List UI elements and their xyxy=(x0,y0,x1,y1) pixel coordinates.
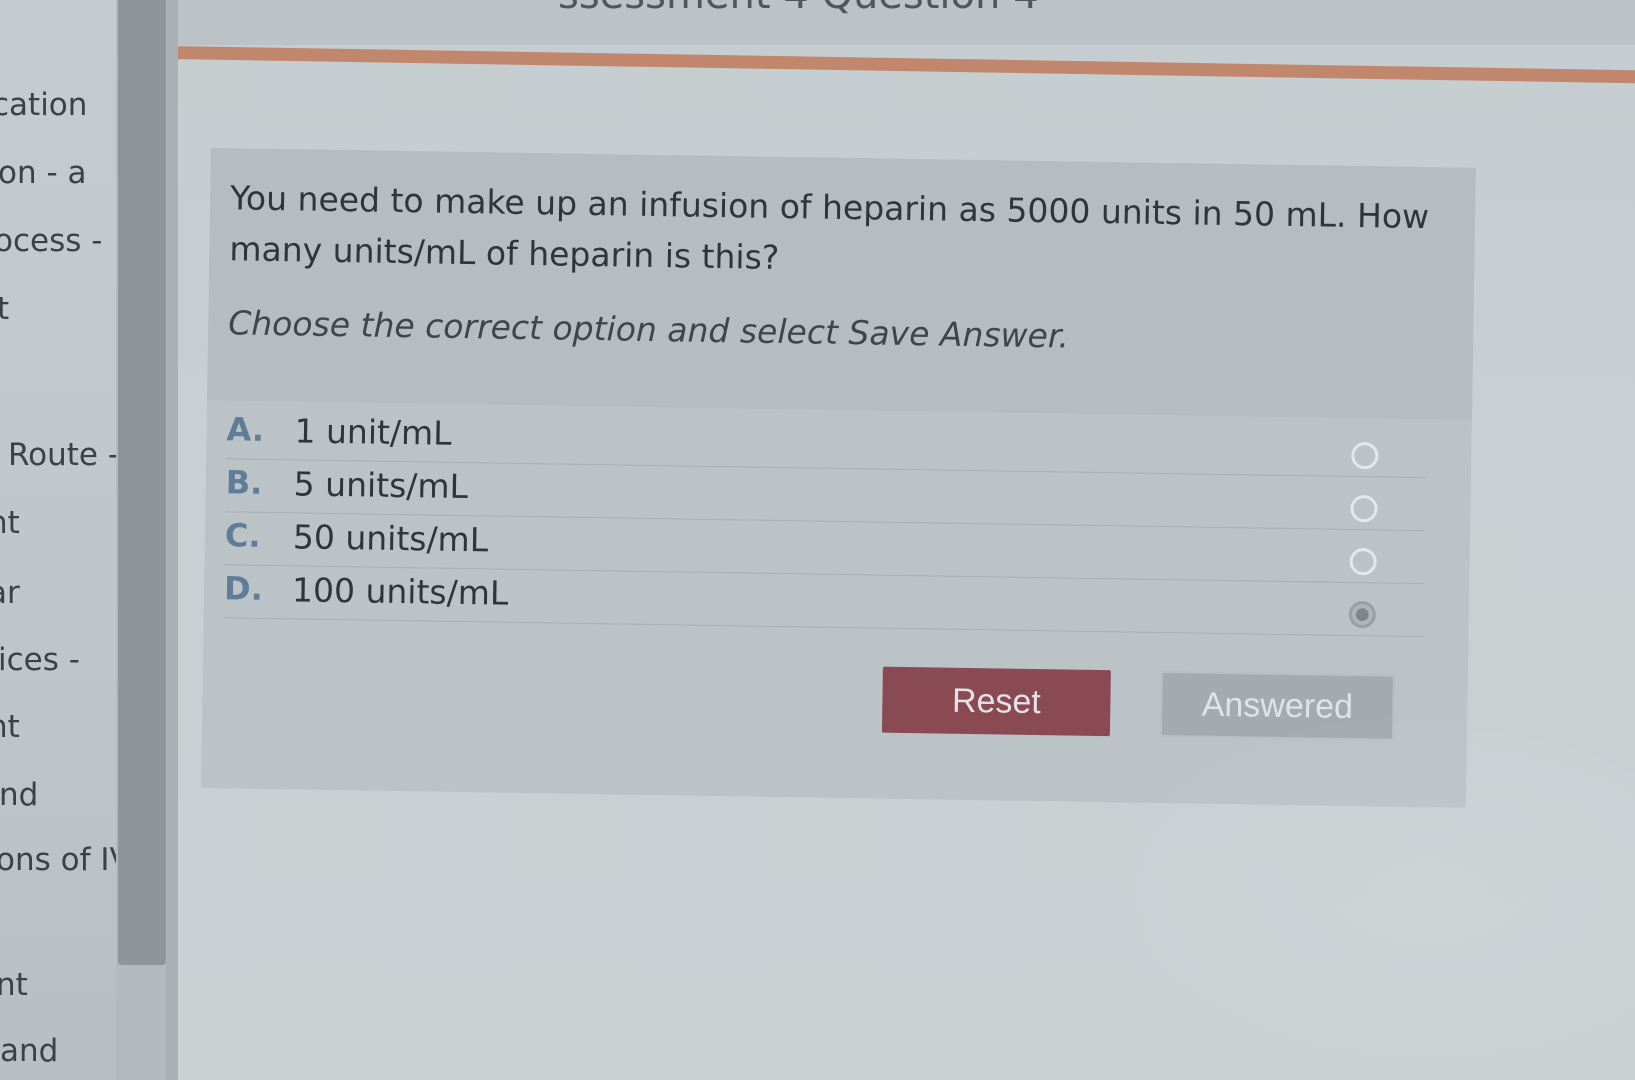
sidebar-item[interactable]: Route - xyxy=(8,440,116,471)
option-letter: A. xyxy=(226,410,265,449)
question-text: You need to make up an infusion of hepar… xyxy=(229,178,1430,277)
answer-options: A. 1 unit/mL B. 5 units/mL C. 50 units/m… xyxy=(223,406,1427,638)
sidebar-nav: cation on - a ocess - t Route - nt ar ic… xyxy=(0,0,116,1080)
answered-button[interactable]: Answered xyxy=(1159,670,1395,741)
option-letter: D. xyxy=(223,569,264,608)
main-content: ssessment 4 Question 4 You need to make … xyxy=(178,0,1635,1080)
reset-button[interactable]: Reset xyxy=(881,666,1111,737)
sidebar-item[interactable]: cation xyxy=(0,90,87,121)
question-instruction: Choose the correct option and select Sav… xyxy=(227,303,1070,356)
sidebar-item[interactable]: nd xyxy=(0,780,38,811)
sidebar-item[interactable]: ar xyxy=(0,578,20,609)
option-a-radio[interactable] xyxy=(1351,441,1379,470)
sidebar-item[interactable]: nt xyxy=(0,970,28,1001)
option-letter: B. xyxy=(225,463,263,502)
sidebar-item[interactable]: t xyxy=(0,294,9,325)
option-d-radio[interactable] xyxy=(1348,600,1377,629)
option-text: 50 units/mL xyxy=(292,517,489,560)
header-accent-rule xyxy=(178,46,1635,84)
sidebar-item[interactable]: ons of IV xyxy=(0,845,116,876)
option-b-radio[interactable] xyxy=(1350,494,1378,523)
sidebar-item[interactable]: ocess - xyxy=(0,226,102,257)
panel-divider xyxy=(166,0,178,1080)
option-c-radio[interactable] xyxy=(1349,547,1377,576)
question-card: You need to make up an infusion of hepar… xyxy=(200,148,1476,808)
sidebar-scrollbar-thumb[interactable] xyxy=(118,0,166,965)
page-header: ssessment 4 Question 4 xyxy=(178,0,1635,45)
sidebar-item[interactable]: nt xyxy=(0,712,20,743)
sidebar-item[interactable]: and xyxy=(0,1036,58,1067)
sidebar-item[interactable]: ices - xyxy=(0,645,80,676)
option-text: 1 unit/mL xyxy=(294,411,452,453)
question-stem: You need to make up an infusion of hepar… xyxy=(207,148,1476,420)
option-text: 100 units/mL xyxy=(291,570,509,613)
sidebar-item[interactable]: nt xyxy=(0,508,20,539)
option-letter: C. xyxy=(224,516,261,555)
page-title: ssessment 4 Question 4 xyxy=(558,0,1039,18)
sidebar-item[interactable]: on - a xyxy=(0,158,87,189)
option-text: 5 units/mL xyxy=(293,464,469,507)
